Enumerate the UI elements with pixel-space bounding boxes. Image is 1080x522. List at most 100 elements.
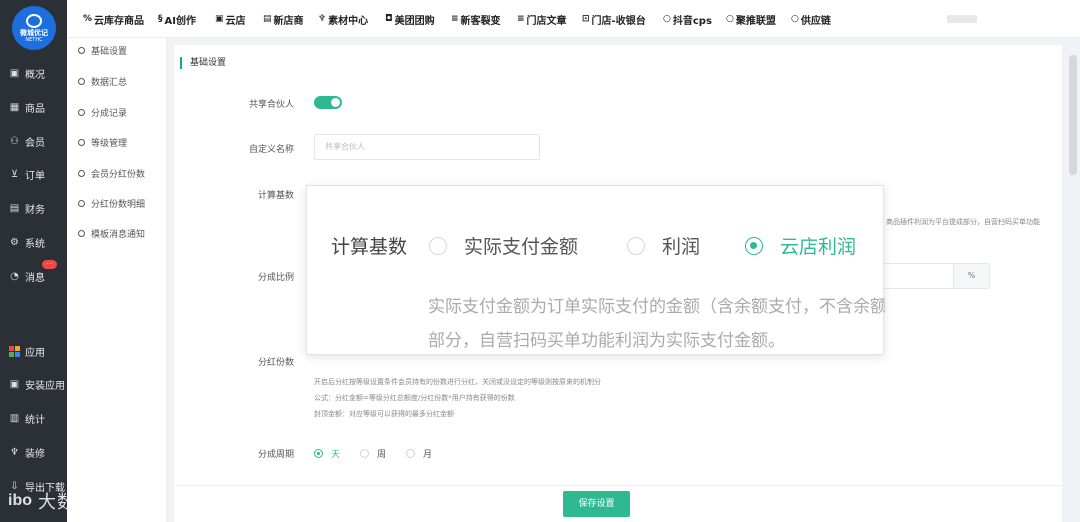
radio-icon xyxy=(745,236,763,255)
nav-item-articles[interactable]: ≡ 门店文章 xyxy=(517,12,567,27)
sidebar-item-message[interactable]: ◔ 消息 xyxy=(0,264,67,288)
sidebar-item-order[interactable]: ⊻ 订单 xyxy=(0,162,67,186)
share-note-2: 公式：分红金额=等级分红总额度/分红份数*用户持有获得的份数 xyxy=(314,394,515,402)
sidebar-item-member[interactable]: ⚇ 会员 xyxy=(0,129,67,153)
calc-base-zoom-label: 计算基数 xyxy=(331,236,408,258)
member-icon: ⚇ xyxy=(10,135,19,147)
cashier-icon: ⊡ xyxy=(582,14,590,24)
sidebar-item-install[interactable]: ▣ 安装应用 xyxy=(0,372,67,396)
radio-icon xyxy=(627,236,645,255)
calc-option-actual-pay[interactable]: 实际支付金额 xyxy=(429,232,578,259)
ratio-label: 分成比例 xyxy=(257,273,294,283)
circle-icon xyxy=(78,46,85,54)
goods-icon: ▦ xyxy=(9,101,20,113)
submenu-item-share-details[interactable]: 分红份数明细 xyxy=(78,196,145,210)
custom-name-input[interactable]: 共享合伙人 xyxy=(314,134,540,160)
image-icon: ▣ xyxy=(215,14,224,24)
nav-item-supply[interactable]: ○ 供应链 xyxy=(791,12,831,27)
message-badge: ··· xyxy=(42,260,57,269)
sub-menu: 基础设置 数据汇总 分成记录 等级管理 会员分红份数 分红份数明细 模板消息通知 xyxy=(67,38,167,522)
nav-item-fission[interactable]: ≡ 新客裂变 xyxy=(451,12,501,27)
main-sidebar: 微城优记 NETHC ▣ 概况 ▦ 商品 ⚇ 会员 ⊻ 订单 ▤ 财务 ⚙ 系统… xyxy=(0,0,67,522)
nav-item-cloud-store[interactable]: ▣ 云店 xyxy=(215,12,246,27)
nav-item-meituan[interactable]: ◘ 美团团购 xyxy=(385,12,435,27)
sidebar-item-label: 会员 xyxy=(25,137,45,149)
partner-toggle[interactable] xyxy=(314,96,342,109)
partner-label: 共享合伙人 xyxy=(248,100,294,110)
radio-icon xyxy=(314,449,323,458)
account-placeholder[interactable] xyxy=(947,15,977,23)
desc-line-2: 部分，自营扫码买单功能利润为实际支付金额。 xyxy=(428,331,785,351)
submenu-item-template-msg[interactable]: 模板消息通知 xyxy=(78,226,145,240)
nav-item-cloud-goods[interactable]: % 云库存商品 xyxy=(83,12,144,27)
scrollbar-thumb[interactable] xyxy=(1069,55,1077,175)
watermark-text: 大数跨境 xyxy=(38,492,114,513)
sidebar-item-label: 概况 xyxy=(25,69,45,81)
logo-text: 微城优记 xyxy=(20,28,48,37)
custom-name-label: 自定义名称 xyxy=(248,145,294,155)
nav-item-material[interactable]: ♆ 素材中心 xyxy=(318,12,368,27)
save-button[interactable]: 保存设置 xyxy=(563,491,630,517)
watermark: ibo 大数跨境 xyxy=(8,488,114,514)
overview-icon: ▣ xyxy=(9,67,20,79)
nav-item-douyin[interactable]: ○ 抖音cps xyxy=(663,12,712,27)
calc-hint-text: 商品插件利润为平台提成部分，自营扫码买单功能 xyxy=(886,218,1040,226)
share-note-3: 封顶金额：对应等级可以获得的最多分红金额 xyxy=(314,410,454,418)
nav-item-ai[interactable]: § AI创作 xyxy=(158,12,196,27)
calc-base-description: 实际支付金额为订单实际支付的金额（含余额支付，不含余额 部分，自营扫码买单功能利… xyxy=(428,290,885,358)
sidebar-item-stats[interactable]: ▥ 统计 xyxy=(0,406,67,430)
calc-option-profit[interactable]: 利润 xyxy=(627,232,700,259)
circle-icon xyxy=(78,229,85,237)
sidebar-item-label: 财务 xyxy=(25,204,45,216)
calc-option-cloud-profit[interactable]: 云店利润 xyxy=(745,232,856,259)
submenu-item-summary[interactable]: 数据汇总 xyxy=(78,74,127,88)
percent-suffix: % xyxy=(953,264,989,288)
sidebar-item-overview[interactable]: ▣ 概况 xyxy=(0,61,67,85)
top-navigation: % 云库存商品 § AI创作 ▣ 云店 ▤ 新店商 ♆ 素材中心 ◘ 美团团购 ≡ 新客裂变 … xyxy=(67,0,1080,38)
desc-line-1: 实际支付金额为订单实际支付的金额（含余额支付，不含余额 xyxy=(428,297,885,317)
calc-base-label-text: 计算基数 xyxy=(257,191,294,201)
sidebar-item-system[interactable]: ⚙ 系统 xyxy=(0,230,67,254)
store-icon: ▤ xyxy=(263,14,272,24)
bottom-action-bar: 保存设置 xyxy=(174,485,1062,522)
share-label: 分红份数 xyxy=(257,358,294,368)
link-icon: % xyxy=(83,14,93,24)
circle-icon: ○ xyxy=(663,14,671,24)
stats-icon: ▥ xyxy=(9,412,20,424)
period-radio-day[interactable]: 天 xyxy=(314,447,340,460)
gear-icon: ⚙ xyxy=(10,236,19,248)
submenu-item-records[interactable]: 分成记录 xyxy=(78,105,127,119)
period-radio-month[interactable]: 月 xyxy=(406,447,432,460)
brand-logo[interactable]: 微城优记 NETHC xyxy=(12,6,56,50)
circle-icon: ○ xyxy=(726,14,734,24)
sidebar-item-label: 订单 xyxy=(25,170,45,182)
sidebar-item-label: 应用 xyxy=(25,347,45,359)
sidebar-item-label: 安装应用 xyxy=(25,380,65,392)
sidebar-item-decorate[interactable]: ♆ 装修 xyxy=(0,440,67,464)
sidebar-item-apps[interactable]: 应用 xyxy=(0,339,67,363)
sidebar-item-label: 系统 xyxy=(25,238,45,250)
material-icon: ♆ xyxy=(318,14,327,24)
circle-icon xyxy=(78,169,85,177)
fission-icon: ≡ xyxy=(451,14,459,24)
sidebar-item-goods[interactable]: ▦ 商品 xyxy=(0,95,67,119)
circle-icon xyxy=(78,77,85,85)
period-label: 分成周期 xyxy=(257,450,294,460)
circle-icon xyxy=(78,199,85,207)
apps-icon xyxy=(9,345,20,357)
period-radio-week[interactable]: 周 xyxy=(360,447,386,460)
submenu-item-basic[interactable]: 基础设置 xyxy=(78,43,127,57)
nav-item-new-store[interactable]: ▤ 新店商 xyxy=(263,12,304,27)
article-icon: ≡ xyxy=(517,14,525,24)
sidebar-item-finance[interactable]: ▤ 财务 xyxy=(0,196,67,220)
radio-icon xyxy=(429,236,447,255)
cart-icon: ⊻ xyxy=(10,168,19,180)
logo-mark-icon xyxy=(26,13,42,28)
submenu-item-levels[interactable]: 等级管理 xyxy=(78,135,127,149)
finance-icon: ▤ xyxy=(9,202,20,214)
submenu-item-member-shares[interactable]: 会员分红份数 xyxy=(78,166,145,180)
nav-item-cashier[interactable]: ⊡ 门店-收银台 xyxy=(582,12,646,27)
nav-item-union[interactable]: ○ 聚推联盟 xyxy=(726,12,776,27)
circle-icon xyxy=(78,108,85,116)
message-icon: ◔ xyxy=(10,270,19,282)
